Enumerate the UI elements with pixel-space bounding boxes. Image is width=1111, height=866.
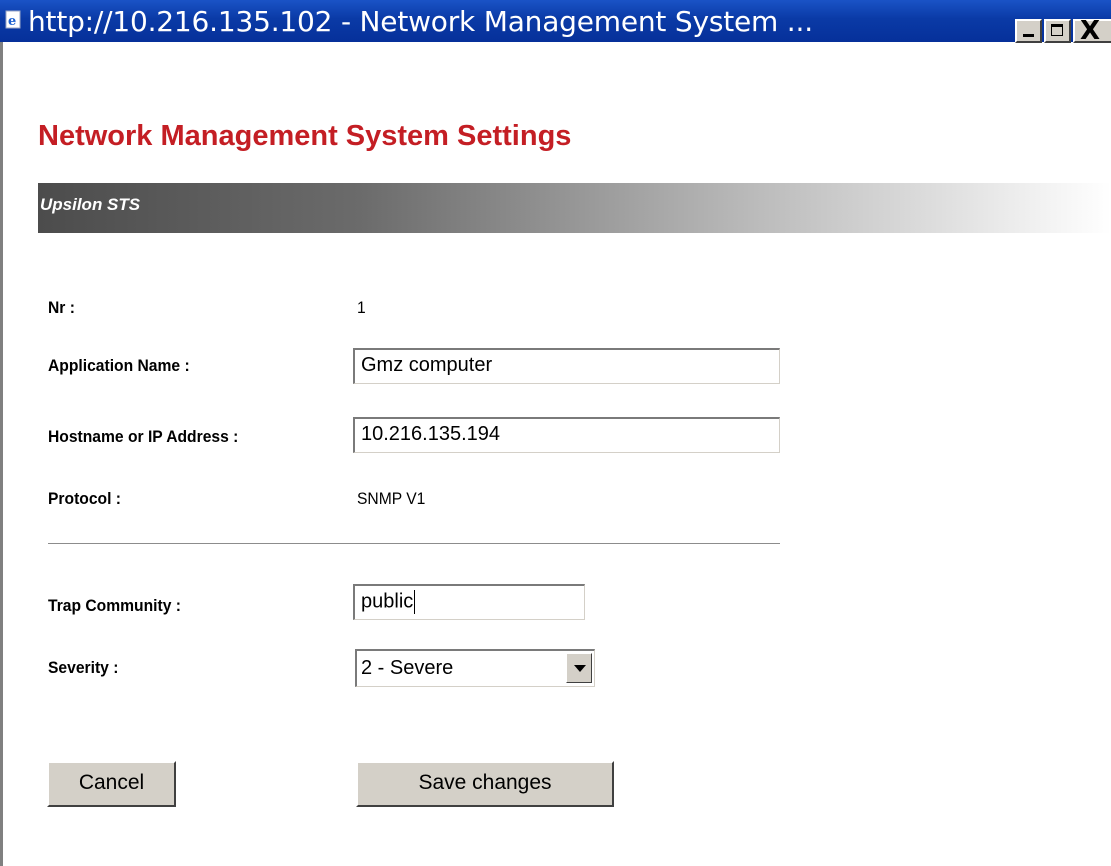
close-button[interactable]: X: [1073, 16, 1111, 46]
trap-community-label: Trap Community :: [48, 596, 181, 615]
window-titlebar: e http://10.216.135.102 - Network Manage…: [0, 0, 1111, 46]
form-divider: [48, 543, 780, 544]
nr-label: Nr :: [48, 298, 75, 317]
minimize-button[interactable]: [1015, 19, 1042, 43]
hostname-label: Hostname or IP Address :: [48, 427, 239, 446]
minimize-icon: [1023, 34, 1034, 37]
page-title: Network Management System Settings: [38, 120, 572, 152]
section-header-bar: Upsilon STS: [38, 183, 1111, 233]
chevron-down-icon: [574, 665, 586, 672]
severity-selected-value: 2 - Severe: [361, 657, 454, 679]
trap-community-input[interactable]: public: [353, 584, 585, 620]
maximize-icon: [1051, 24, 1063, 36]
trap-community-value: public: [361, 590, 414, 613]
window-border: [0, 42, 3, 866]
hostname-input[interactable]: 10.216.135.194: [353, 417, 780, 453]
window-title: http://10.216.135.102 - Network Manageme…: [28, 5, 813, 38]
close-icon: X: [1080, 16, 1101, 46]
nr-value: 1: [357, 298, 366, 317]
cancel-button[interactable]: Cancel: [47, 761, 176, 807]
protocol-value: SNMP V1: [357, 489, 426, 508]
application-name-input[interactable]: Gmz computer: [353, 348, 780, 384]
severity-dropdown-button[interactable]: [566, 653, 592, 683]
maximize-button[interactable]: [1044, 19, 1071, 43]
severity-label: Severity :: [48, 658, 119, 677]
application-name-label: Application Name :: [48, 356, 190, 375]
section-title: Upsilon STS: [40, 195, 141, 214]
protocol-label: Protocol :: [48, 489, 121, 508]
severity-select[interactable]: 2 - Severe: [355, 649, 595, 687]
text-caret: [414, 590, 416, 614]
save-changes-button[interactable]: Save changes: [356, 761, 614, 807]
ie-page-icon: e: [5, 10, 21, 29]
svg-text:e: e: [8, 14, 16, 29]
